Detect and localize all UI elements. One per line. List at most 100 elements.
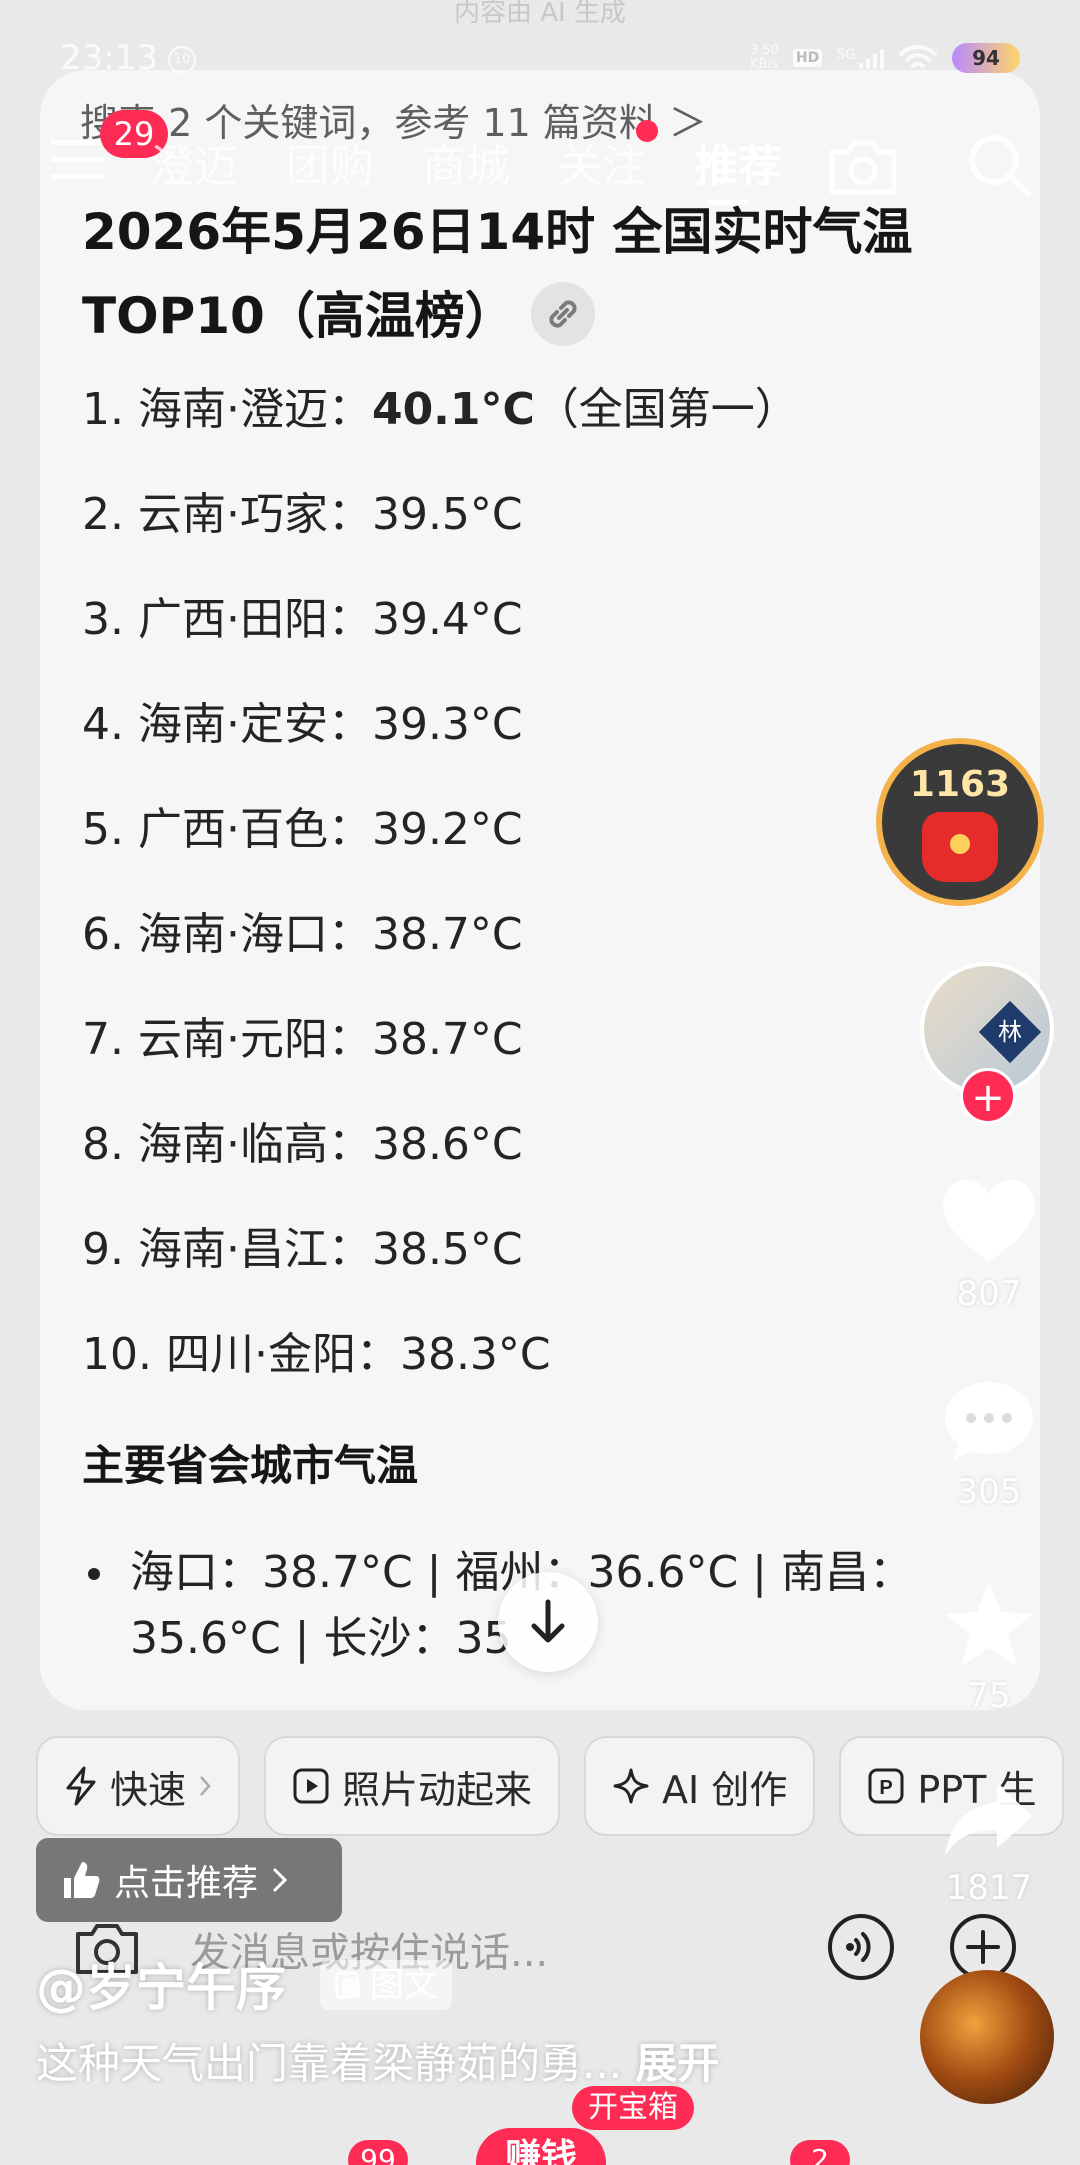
recommend-label: 点击推荐 <box>114 1863 259 1904</box>
rank-item: 3. 广西·田阳：39.4°C <box>82 590 799 695</box>
temperature-ranking-list: 1. 海南·澄迈：40.1°C（全国第一） 2. 云南·巧家：39.5°C 3.… <box>82 380 799 1430</box>
recommend-button[interactable]: 点击推荐 <box>36 1838 342 1922</box>
chip-label: 快速 <box>110 1767 187 1812</box>
status-time: 23:13 <box>60 38 158 78</box>
rank-label: 7. 云南·元阳： <box>82 1014 372 1065</box>
chip-label: 照片动起来 <box>342 1767 533 1812</box>
tab-following[interactable]: 关注 <box>558 130 646 194</box>
avatar-badge: 林 <box>978 1000 1042 1064</box>
active-tab-indicator <box>708 200 748 205</box>
rank-item: 4. 海南·定安：39.3°C <box>82 695 799 800</box>
rank-temp: 40.1°C <box>371 384 535 435</box>
rank-temp: 38.7°C <box>371 909 523 960</box>
svg-text:P: P <box>880 1777 893 1799</box>
tab-recommend[interactable]: 推荐 <box>694 130 782 194</box>
arrow-down-icon <box>531 1599 565 1643</box>
thumbs-up-icon <box>64 1862 100 1898</box>
heart-icon <box>943 1180 1035 1262</box>
image-text-icon <box>335 1971 360 1999</box>
camera-icon[interactable] <box>826 136 900 198</box>
lightning-icon <box>66 1766 96 1806</box>
status-bar: 内容由 AI 生成 23:13 10 3.50 KB/s HD 5G 94 <box>0 0 1080 120</box>
share-count: 1817 <box>945 1868 1033 1908</box>
play-square-icon <box>293 1768 329 1804</box>
inbox-badge: 2 <box>790 2140 850 2165</box>
hd-icon: HD <box>792 49 823 67</box>
content-type-tag: 图文 <box>320 1960 452 2010</box>
rank-item: 5. 广西·百色：39.2°C <box>82 800 799 905</box>
rank-note: （全国第一） <box>534 384 799 435</box>
chip-fast[interactable]: 快速 <box>36 1736 241 1836</box>
comment-icon <box>945 1382 1033 1460</box>
avatar-char: 林 <box>998 1018 1022 1046</box>
rank-temp: 39.4°C <box>371 594 523 645</box>
ai-generated-note: 内容由 AI 生成 <box>454 0 626 28</box>
comment-count: 305 <box>956 1472 1022 1512</box>
chip-ai-create[interactable]: AI 创作 <box>584 1736 816 1836</box>
tab-local[interactable]: 澄迈 <box>150 130 238 194</box>
wifi-icon <box>899 44 937 68</box>
author-name[interactable]: @岁宁午序 <box>36 1948 286 2020</box>
music-disc-icon[interactable] <box>920 1970 1054 2104</box>
treasure-widget[interactable]: 1163 <box>876 738 1044 906</box>
rank-temp: 39.3°C <box>371 699 523 750</box>
rank-temp: 39.2°C <box>371 804 523 855</box>
share-arrow-icon <box>945 1784 1033 1856</box>
share-button[interactable]: 1817 <box>924 1778 1054 1908</box>
rank-item: 10. 四川·金阳：38.3°C <box>82 1325 799 1430</box>
tab-mall[interactable]: 商城 <box>422 130 510 194</box>
rank-label: 8. 海南·临高： <box>82 1119 372 1170</box>
follow-button[interactable]: + <box>960 1068 1016 1124</box>
rank-label: 2. 云南·巧家： <box>82 489 372 540</box>
voice-icon[interactable] <box>826 1912 896 1982</box>
rank-label: 4. 海南·定安： <box>82 699 372 750</box>
favorite-count: 75 <box>967 1676 1011 1716</box>
battery-icon: 94 <box>952 43 1020 73</box>
tab-group-buy[interactable]: 团购 <box>286 130 374 194</box>
rank-item: 6. 海南·海口：38.7°C <box>82 905 799 1010</box>
tab-bar: 澄迈 团购 商城 关注 推荐 <box>150 130 782 194</box>
tab-notification-dot <box>636 120 658 142</box>
rank-item: 7. 云南·元阳：38.7°C <box>82 1010 799 1115</box>
signal-icon: 5G <box>836 47 884 69</box>
star-icon <box>945 1582 1033 1666</box>
treasure-count: 1163 <box>909 764 1011 805</box>
red-envelope-icon <box>922 812 998 882</box>
notification-badge: 10 <box>168 46 196 74</box>
description-text: 这种天气出门靠着梁静茹的勇... <box>36 2039 623 2088</box>
headline-line-2-text: TOP10（高温榜） <box>82 287 515 345</box>
messages-badge: 99 <box>348 2140 408 2165</box>
chip-label: AI 创作 <box>662 1767 788 1812</box>
sparkle-icon <box>613 1768 649 1804</box>
rank-label: 3. 广西·田阳： <box>82 594 372 645</box>
expand-link[interactable]: 展开 <box>635 2039 719 2088</box>
rank-temp: 38.6°C <box>371 1119 523 1170</box>
rank-item: 2. 云南·巧家：39.5°C <box>82 485 799 590</box>
menu-icon[interactable] <box>50 140 104 184</box>
post-description: 这种天气出门靠着梁静茹的勇... 展开 <box>36 2030 719 2091</box>
like-button[interactable]: 807 <box>924 1176 1054 1314</box>
section-title: 主要省会城市气温 <box>82 1441 419 1490</box>
favorite-button[interactable]: 75 <box>924 1578 1054 1716</box>
rank-label: 9. 海南·昌江： <box>82 1224 372 1275</box>
status-icons: 3.50 KB/s HD 5G 94 <box>750 40 1020 76</box>
open-treasure-box-button[interactable]: 开宝箱 <box>572 2086 694 2130</box>
headline-line-2: TOP10（高温榜） <box>82 274 962 358</box>
chevron-right-icon <box>272 1867 288 1893</box>
comment-button[interactable]: 305 <box>924 1376 1054 1512</box>
quick-action-chips: 快速 照片动起来 AI 创作 P PPT 生 <box>36 1736 1065 1836</box>
ppt-icon: P <box>868 1768 904 1804</box>
chip-animate-photo[interactable]: 照片动起来 <box>264 1736 561 1836</box>
rank-temp: 38.5°C <box>371 1224 523 1275</box>
rank-temp: 38.3°C <box>399 1329 551 1380</box>
scroll-down-button[interactable] <box>498 1572 598 1672</box>
search-icon[interactable] <box>964 130 1034 200</box>
rank-label: 10. 四川·金阳： <box>82 1329 400 1380</box>
rank-temp: 38.7°C <box>371 1014 523 1065</box>
earn-button[interactable]: 赚钱 <box>476 2128 606 2165</box>
link-icon[interactable] <box>530 281 595 346</box>
rank-item: 9. 海南·昌江：38.5°C <box>82 1220 799 1325</box>
chevron-right-icon <box>200 1776 211 1796</box>
rank-label: 6. 海南·海口： <box>82 909 372 960</box>
rank-item: 8. 海南·临高：38.6°C <box>82 1115 799 1220</box>
